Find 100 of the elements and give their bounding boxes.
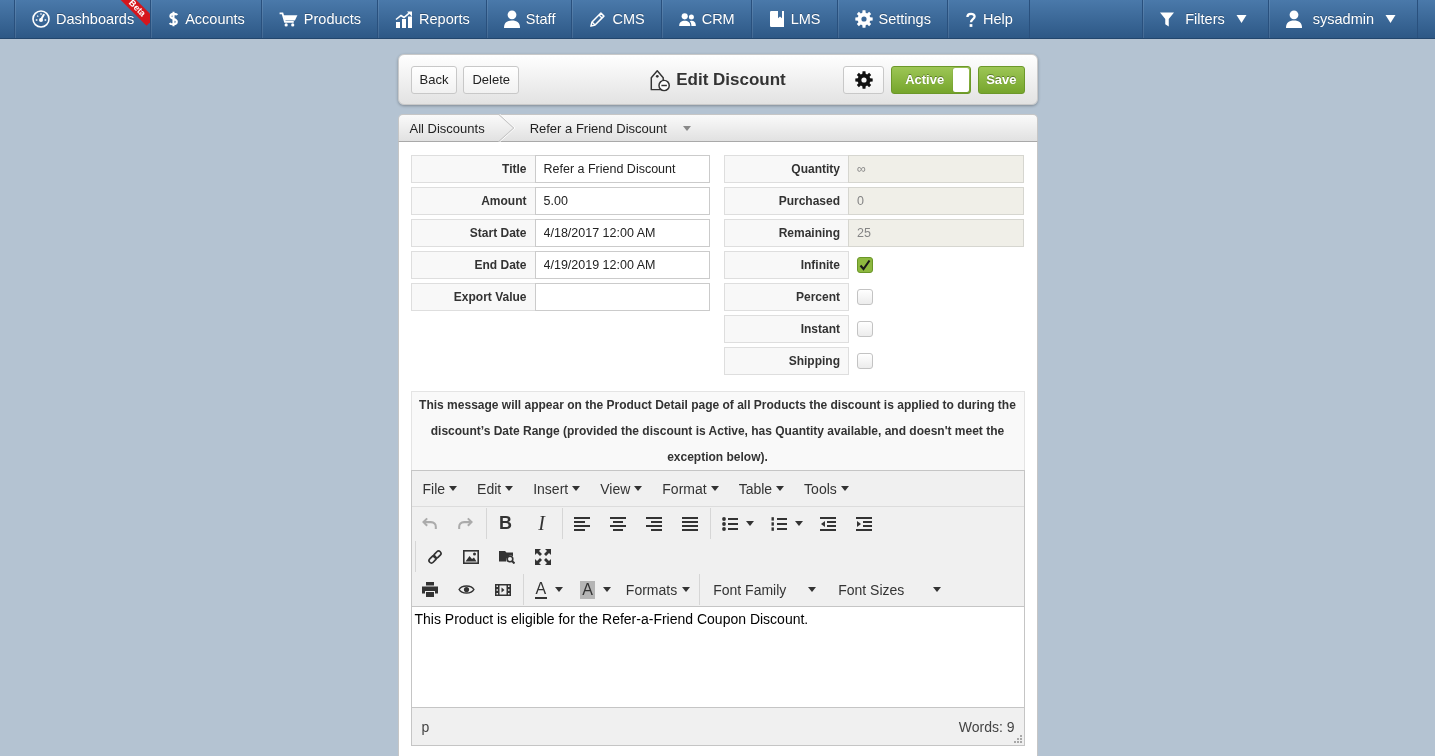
editor-area[interactable]: This Product is eligible for the Refer-a-Friend Coupon Discount. (411, 607, 1024, 707)
toggle-knob-icon (953, 67, 970, 92)
field-label: Title (410, 155, 536, 183)
caret-icon (505, 486, 514, 491)
fullscreen-icon (534, 548, 551, 565)
nav-link[interactable]: Reports (377, 0, 486, 38)
bold-button[interactable]: B (487, 509, 524, 538)
menu-item[interactable]: Edit (466, 473, 523, 504)
align-left-icon (573, 516, 590, 531)
people-icon (678, 12, 696, 26)
menu-item[interactable]: File (411, 473, 467, 504)
caret-icon (682, 587, 691, 592)
dollar-icon (168, 10, 180, 28)
film-strip-icon (494, 583, 511, 596)
caret-icon (572, 486, 581, 491)
caret-icon (776, 486, 785, 491)
field-label: Remaining (724, 219, 849, 247)
element-path[interactable]: p (421, 718, 430, 735)
indent-icon (855, 516, 872, 531)
align-right-icon (645, 516, 662, 531)
menu-item[interactable]: Tools (793, 473, 858, 504)
bullet-list-icon (721, 516, 738, 531)
person-icon (503, 10, 520, 28)
toolbar-dropdown[interactable]: Font Family (701, 575, 827, 604)
caret-icon (602, 587, 611, 592)
breadcrumb-link[interactable]: All Discounts (409, 120, 485, 136)
nav-link[interactable]: Help (946, 0, 1030, 38)
nav-link[interactable]: LMS (750, 0, 837, 38)
align-justify-icon (681, 516, 698, 531)
nav-link[interactable]: Products (260, 0, 378, 38)
field-label: Instant (724, 315, 849, 343)
menu-item[interactable]: Table (727, 473, 794, 504)
text-color-button[interactable]: A (524, 575, 571, 604)
caret-icon (449, 486, 458, 491)
user-menu[interactable]: sysadmin (1267, 0, 1418, 38)
check-icon (859, 259, 871, 271)
input-field[interactable]: 5.00 (534, 187, 710, 215)
undo-icon (422, 517, 437, 530)
filters-menu[interactable]: Filters (1142, 0, 1268, 38)
delete-button[interactable]: Delete (463, 65, 519, 94)
caret-icon (1235, 15, 1247, 23)
background-color-button[interactable]: A (570, 575, 618, 604)
back-button[interactable]: Back (410, 65, 458, 94)
settings-button[interactable] (843, 65, 885, 94)
field-label: Quantity (724, 155, 849, 183)
folder-search-icon (498, 549, 515, 564)
pencil-icon (589, 10, 607, 28)
field-label: Amount (410, 187, 536, 215)
caret-icon (794, 521, 803, 526)
nav-link[interactable]: CRM (660, 0, 751, 38)
page-title: Edit Discount (676, 69, 786, 90)
info-message: This message will appear on the Product Detail page of all Products the discount is applied to during the discount’s Date Range (provided the discount is Active, has Quantity available, and doesn't meet the exception below). (410, 391, 1025, 470)
breadcrumb-dropdown[interactable]: Refer a Friend Discount (529, 120, 691, 136)
nav-link[interactable]: Settings (836, 0, 947, 38)
field-label: Export Value (410, 283, 536, 311)
caret-icon (710, 486, 719, 491)
numbered-list-icon (770, 516, 787, 531)
image-icon (462, 549, 479, 564)
checkbox[interactable] (857, 289, 873, 305)
caret-icon (1385, 15, 1396, 23)
checkbox[interactable] (857, 353, 873, 369)
user-icon (1285, 10, 1302, 28)
nav-link[interactable]: CMS (571, 0, 661, 38)
field-label: Infinite (724, 251, 849, 279)
menu-item[interactable]: Insert (522, 473, 590, 504)
checkbox[interactable] (857, 257, 873, 273)
menu-item[interactable]: View (589, 473, 652, 504)
bar-chart-icon (395, 10, 414, 28)
editor-text: This Product is eligible for the Refer-a-Friend Coupon Discount. (414, 610, 810, 628)
caret-icon (682, 125, 691, 131)
checkbox[interactable] (857, 321, 873, 337)
input-field[interactable]: 4/19/2019 12:00 AM (534, 251, 710, 279)
resize-grip-icon (1011, 733, 1022, 743)
menu-item[interactable]: Format (651, 473, 728, 504)
caret-icon (745, 521, 754, 526)
italic-button[interactable]: I (523, 509, 560, 538)
question-icon (964, 10, 977, 28)
tag-icon (649, 67, 672, 92)
nav-link[interactable]: Accounts (150, 0, 261, 38)
redo-icon (458, 517, 473, 530)
toolbar-dropdown[interactable]: Font Sizes (826, 575, 952, 604)
input-field[interactable] (534, 283, 710, 311)
field-label: Shipping (724, 347, 849, 375)
word-count: Words: 9 (958, 718, 1015, 735)
nav-link[interactable]: Staff (485, 0, 572, 38)
align-center-icon (609, 516, 626, 531)
caret-icon (808, 587, 817, 592)
toolbar-dropdown[interactable]: Formats (617, 575, 698, 604)
caret-icon (933, 587, 942, 592)
input-field[interactable]: Refer a Friend Discount (534, 155, 710, 183)
eye-icon (457, 584, 475, 595)
link-icon (426, 548, 443, 565)
field-label: Start Date (410, 219, 536, 247)
cart-icon (278, 11, 298, 27)
book-icon (768, 10, 785, 28)
input-field[interactable]: 4/18/2017 12:00 AM (534, 219, 710, 247)
caret-icon (840, 486, 849, 491)
filter-icon (1160, 11, 1175, 27)
field-label: End Date (410, 251, 536, 279)
outdent-icon (819, 516, 836, 531)
